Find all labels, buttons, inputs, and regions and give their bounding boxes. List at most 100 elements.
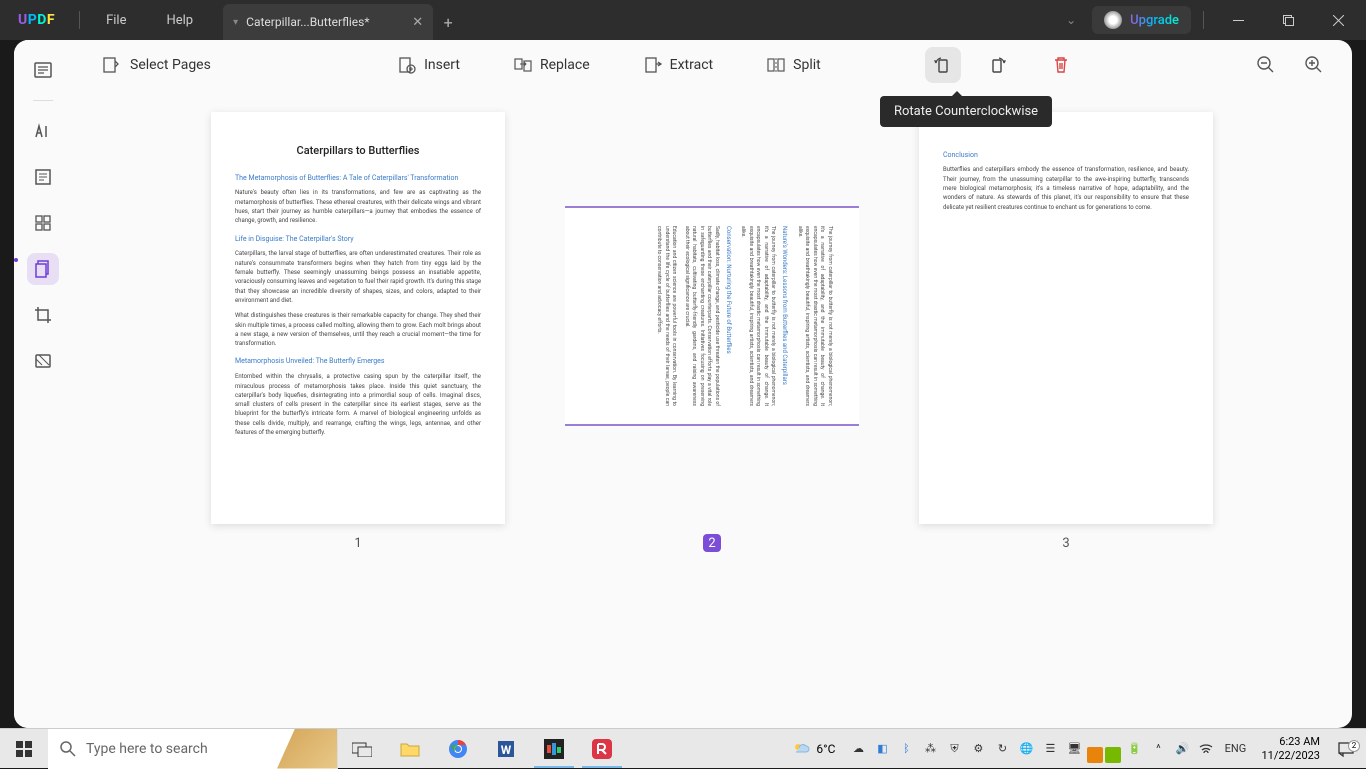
- doc-paragraph: The journey from caterpillar to butterfl…: [796, 226, 834, 406]
- page-number: 3: [1062, 536, 1069, 551]
- taskbar-clock[interactable]: 6:23 AM 11/22/2023: [1253, 735, 1328, 761]
- select-pages-icon: [102, 56, 120, 74]
- tray-chevron-icon[interactable]: ^: [1147, 729, 1169, 768]
- window-dropdown-icon[interactable]: ⌄: [1056, 13, 1086, 27]
- form-tool-icon[interactable]: [27, 207, 59, 239]
- tray-security-icon[interactable]: ⛨: [943, 729, 965, 768]
- tray-globe-icon[interactable]: 🌐: [1015, 729, 1037, 768]
- delete-button[interactable]: [1043, 47, 1079, 83]
- windows-taskbar: Type here to search W 6°C ☁ ◧ ᛒ ⁂ ⛨ ⚙ ↻ …: [0, 728, 1366, 768]
- page-content: Conclusion Butterflies and caterpillars …: [919, 112, 1213, 524]
- zoom-out-button[interactable]: [1248, 47, 1284, 83]
- select-pages-button[interactable]: Select Pages: [92, 50, 221, 80]
- tab-close-icon[interactable]: ✕: [412, 15, 423, 30]
- weather-icon: [792, 740, 810, 758]
- reader-mode-icon[interactable]: [27, 54, 59, 86]
- tray-battery-icon[interactable]: 🔋: [1123, 729, 1145, 768]
- system-tray: 6°C ☁ ◧ ᛒ ⁂ ⛨ ⚙ ↻ 🌐 ☰ 🖥 🔋 ^ 🔊 ENG 6:23 A…: [782, 729, 1366, 768]
- tray-sync-icon[interactable]: ↻: [991, 729, 1013, 768]
- tray-monitor-icon[interactable]: 🖥: [1063, 729, 1085, 768]
- taskbar-search[interactable]: Type here to search: [48, 729, 338, 769]
- minimize-button[interactable]: [1216, 3, 1260, 37]
- doc-paragraph: Butterflies and caterpillars embody the …: [943, 165, 1189, 211]
- word-icon[interactable]: W: [482, 729, 530, 768]
- tray-app2-icon[interactable]: ⁂: [919, 729, 941, 768]
- page-thumbnail-3[interactable]: Conclusion Butterflies and caterpillars …: [919, 112, 1213, 551]
- rotate-ccw-icon: [933, 55, 953, 75]
- insert-label: Insert: [424, 57, 460, 73]
- new-tab-button[interactable]: +: [433, 4, 463, 40]
- doc-heading: Metamorphosis Unveiled: The Butterfly Em…: [235, 356, 481, 367]
- tray-cloud-icon[interactable]: ☁: [847, 729, 869, 768]
- page-number: 1: [354, 536, 361, 551]
- page-content-rotated: The journey from caterpillar to butterfl…: [565, 110, 859, 522]
- tray-java-icon[interactable]: [1087, 747, 1103, 763]
- doc-paragraph: Education and citizen science are powerf…: [655, 226, 678, 406]
- pages-grid[interactable]: Caterpillars to Butterflies The Metamorp…: [72, 90, 1352, 728]
- tab-title: Caterpillar...Butterflies*: [246, 15, 404, 29]
- separator: [1203, 11, 1204, 29]
- replace-button[interactable]: Replace: [506, 50, 598, 80]
- rotate-ccw-button[interactable]: [925, 47, 961, 83]
- help-menu[interactable]: Help: [146, 0, 213, 40]
- tray-gear-icon[interactable]: ⚙: [967, 729, 989, 768]
- upgrade-button[interactable]: Upgrade: [1092, 6, 1191, 34]
- doc-paragraph: Entombed within the chrysalis, a protect…: [235, 372, 481, 437]
- tray-app-icon[interactable]: ◧: [871, 729, 893, 768]
- page-content: Caterpillars to Butterflies The Metamorp…: [211, 112, 505, 524]
- split-button[interactable]: Split: [759, 50, 829, 80]
- insert-button[interactable]: Insert: [390, 50, 468, 80]
- clock-time: 6:23 AM: [1261, 735, 1320, 748]
- search-placeholder: Type here to search: [86, 741, 208, 757]
- acrobat-icon[interactable]: [578, 729, 626, 768]
- notifications-button[interactable]: 2: [1330, 740, 1362, 758]
- tray-nvidia-icon[interactable]: [1105, 747, 1121, 763]
- search-icon: [60, 741, 76, 757]
- app-body: Select Pages Insert Replace Extract: [14, 40, 1352, 728]
- clock-date: 11/22/2023: [1261, 749, 1320, 762]
- doc-heading: Nature's Wonders: Lessons from Butterfli…: [781, 226, 790, 406]
- crop-tool-icon[interactable]: [27, 299, 59, 331]
- file-menu[interactable]: File: [86, 0, 146, 40]
- doc-paragraph: Nature's beauty often lies in its transf…: [235, 188, 481, 225]
- extract-icon: [644, 56, 662, 74]
- insert-icon: [398, 56, 416, 74]
- content-area: Select Pages Insert Replace Extract: [72, 40, 1352, 728]
- page-thumbnail-1[interactable]: Caterpillars to Butterflies The Metamorp…: [211, 112, 505, 551]
- sidebar-separator: [33, 100, 53, 101]
- doc-heading: The Metamorphosis of Butterflies: A Tale…: [235, 173, 481, 184]
- tray-volume-icon[interactable]: 🔊: [1171, 729, 1193, 768]
- tray-menu-icon[interactable]: ☰: [1039, 729, 1061, 768]
- tray-wifi-icon[interactable]: [1195, 729, 1217, 768]
- chrome-icon[interactable]: [434, 729, 482, 768]
- active-indicator: [14, 258, 18, 262]
- split-icon: [767, 56, 785, 74]
- organize-pages-icon[interactable]: [27, 253, 59, 285]
- doc-paragraph: What distinguishes these creatures is th…: [235, 311, 481, 348]
- close-button[interactable]: [1316, 3, 1360, 37]
- comment-tool-icon[interactable]: [27, 115, 59, 147]
- zoom-out-icon: [1256, 55, 1276, 75]
- task-view-icon[interactable]: [338, 729, 386, 768]
- tray-language[interactable]: ENG: [1219, 729, 1251, 768]
- windows-icon: [16, 741, 32, 757]
- edit-tool-icon[interactable]: [27, 161, 59, 193]
- upgrade-icon: [1104, 11, 1122, 29]
- rotate-cw-button[interactable]: [979, 47, 1015, 83]
- redact-tool-icon[interactable]: [27, 345, 59, 377]
- extract-button[interactable]: Extract: [636, 50, 721, 80]
- taskbar-apps: W: [338, 729, 626, 768]
- start-button[interactable]: [0, 729, 48, 768]
- weather-widget[interactable]: 6°C: [782, 740, 845, 758]
- zoom-in-button[interactable]: [1296, 47, 1332, 83]
- doc-title: Caterpillars to Butterflies: [235, 142, 481, 159]
- page-thumbnail-2[interactable]: The journey from caterpillar to butterfl…: [565, 110, 859, 552]
- maximize-button[interactable]: [1266, 3, 1310, 37]
- doc-heading: Conservation: Nurturing the Future of Bu…: [724, 226, 733, 406]
- app-icon[interactable]: [530, 729, 578, 768]
- file-explorer-icon[interactable]: [386, 729, 434, 768]
- tray-bluetooth-icon[interactable]: ᛒ: [895, 729, 917, 768]
- document-tab[interactable]: ▾ Caterpillar...Butterflies* ✕: [223, 4, 433, 40]
- doc-heading: Life in Disguise: The Caterpillar's Stor…: [235, 234, 481, 245]
- doc-paragraph: The journey from caterpillar to butterfl…: [739, 226, 777, 406]
